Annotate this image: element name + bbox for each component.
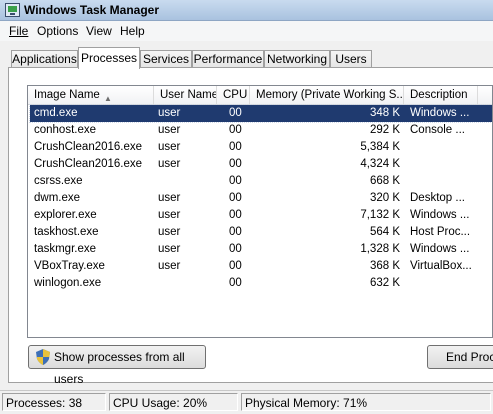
cell-image-name: dwm.exe: [34, 192, 81, 204]
window-title: Windows Task Manager: [24, 3, 160, 17]
cell-description: Desktop ...: [410, 192, 465, 204]
column-cpu[interactable]: CPU: [217, 86, 250, 104]
menu-help[interactable]: Help: [120, 24, 145, 38]
cell-image-name: taskmgr.exe: [34, 243, 96, 255]
status-cpu-usage: CPU Usage: 20%: [109, 393, 238, 411]
cell-image-name: csrss.exe: [34, 175, 83, 187]
column-image-name-label: Image Name: [34, 89, 100, 101]
cell-memory: 4,324 K: [360, 158, 400, 170]
menu-options[interactable]: Options: [37, 24, 78, 38]
cell-cpu: 00: [229, 175, 242, 187]
cell-memory: 7,132 K: [360, 209, 400, 221]
process-row[interactable]: taskmgr.exe user 00 1,328 K Windows ...: [30, 241, 492, 258]
menu-file[interactable]: File: [9, 24, 28, 38]
cell-description: Windows ...: [410, 243, 470, 255]
tab-applications[interactable]: Applications: [11, 50, 78, 67]
menu-view[interactable]: View: [86, 24, 112, 38]
status-physical-memory: Physical Memory: 71%: [241, 393, 491, 411]
column-user-name[interactable]: User Name: [154, 86, 217, 104]
process-row[interactable]: CrushClean2016.exe user 00 4,324 K: [30, 156, 492, 173]
process-row[interactable]: csrss.exe 00 668 K: [30, 173, 492, 190]
process-row[interactable]: explorer.exe user 00 7,132 K Windows ...: [30, 207, 492, 224]
cell-cpu: 00: [229, 158, 242, 170]
process-list[interactable]: Image Name ▲ User Name CPU Memory (Priva…: [27, 85, 493, 338]
cell-image-name: explorer.exe: [34, 209, 97, 221]
cell-memory: 564 K: [369, 226, 400, 238]
cell-memory: 320 K: [369, 192, 400, 204]
cell-cpu: 00: [229, 124, 242, 136]
cell-description: Host Proc...: [410, 226, 471, 238]
cell-image-name: cmd.exe: [34, 107, 78, 119]
cell-memory: 292 K: [369, 124, 400, 136]
menu-view-label: View: [86, 24, 112, 38]
cell-user-name: user: [158, 260, 181, 272]
menu-bar: File Options View Help: [0, 21, 493, 41]
tab-strip: Applications Processes Services Performa…: [0, 44, 493, 69]
cell-cpu: 00: [229, 260, 242, 272]
process-row[interactable]: cmd.exe user 00 348 K Windows ...: [29, 104, 492, 123]
cell-user-name: user: [158, 243, 181, 255]
uac-shield-icon: [36, 349, 50, 365]
cell-user-name: user: [158, 158, 181, 170]
status-processes: Processes: 38: [2, 393, 106, 411]
end-process-label: End Proce: [446, 350, 493, 364]
process-row[interactable]: winlogon.exe 00 632 K: [30, 275, 492, 292]
cell-cpu: 00: [229, 192, 242, 204]
tab-networking[interactable]: Networking: [264, 50, 330, 67]
process-row[interactable]: VBoxTray.exe user 00 368 K VirtualBox...: [30, 258, 492, 275]
cell-cpu: 00: [229, 107, 242, 119]
process-row[interactable]: taskhost.exe user 00 564 K Host Proc...: [30, 224, 492, 241]
cell-user-name: user: [158, 226, 181, 238]
cell-memory: 368 K: [369, 260, 400, 272]
cell-memory: 668 K: [369, 175, 400, 187]
show-all-users-button[interactable]: Show processes from all users: [28, 345, 206, 386]
sort-ascending-icon: ▲: [104, 94, 112, 103]
cell-image-name: conhost.exe: [34, 124, 97, 136]
cell-memory: 1,328 K: [360, 243, 400, 255]
cell-memory: 632 K: [369, 277, 400, 289]
column-description[interactable]: Description: [404, 86, 478, 104]
status-bar: Processes: 38 CPU Usage: 20% Physical Me…: [0, 390, 493, 414]
cell-image-name: taskhost.exe: [34, 226, 99, 238]
cell-image-name: CrushClean2016.exe: [34, 141, 143, 153]
tab-users[interactable]: Users: [330, 50, 372, 67]
cell-cpu: 00: [229, 226, 242, 238]
process-row[interactable]: dwm.exe user 00 320 K Desktop ...: [30, 190, 492, 207]
cell-cpu: 00: [229, 243, 242, 255]
cell-description: Windows ...: [410, 209, 470, 221]
menu-file-label: File: [9, 24, 29, 38]
column-filler: [478, 86, 492, 104]
cell-user-name: user: [158, 141, 181, 153]
cell-image-name: VBoxTray.exe: [34, 260, 105, 272]
tab-performance[interactable]: Performance: [192, 50, 264, 67]
process-row[interactable]: CrushClean2016.exe user 00 5,384 K: [30, 139, 492, 156]
cell-user-name: user: [158, 192, 181, 204]
cell-cpu: 00: [229, 277, 242, 289]
tab-services[interactable]: Services: [140, 50, 192, 67]
cell-image-name: winlogon.exe: [34, 277, 102, 289]
cell-description: Console ...: [410, 124, 465, 136]
menu-options-label: Options: [37, 24, 79, 38]
cell-memory: 348 K: [369, 107, 400, 119]
end-process-button[interactable]: End Proce: [427, 345, 493, 369]
process-row[interactable]: conhost.exe user 00 292 K Console ...: [30, 122, 492, 139]
menu-help-label: Help: [120, 24, 145, 38]
cell-user-name: user: [158, 107, 181, 119]
tab-processes[interactable]: Processes: [78, 47, 140, 69]
cell-memory: 5,384 K: [360, 141, 400, 153]
column-image-name[interactable]: Image Name ▲: [28, 86, 154, 104]
cell-user-name: user: [158, 124, 181, 136]
title-bar[interactable]: Windows Task Manager: [0, 0, 493, 21]
cell-user-name: user: [158, 209, 181, 221]
cell-description: VirtualBox...: [410, 260, 472, 272]
column-header-row: Image Name ▲ User Name CPU Memory (Priva…: [28, 86, 492, 105]
show-all-users-label: Show processes from all users: [54, 350, 185, 386]
task-manager-icon: [5, 3, 20, 17]
column-memory[interactable]: Memory (Private Working S...: [250, 86, 404, 104]
cell-description: Windows ...: [410, 107, 470, 119]
cell-cpu: 00: [229, 141, 242, 153]
cell-cpu: 00: [229, 209, 242, 221]
cell-image-name: CrushClean2016.exe: [34, 158, 143, 170]
